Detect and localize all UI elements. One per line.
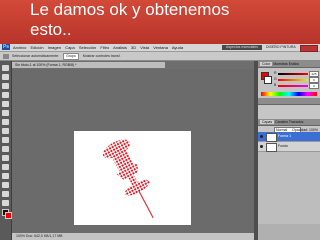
menu-analisis[interactable]: Análisis [113, 45, 127, 50]
channel-b-value[interactable]: 0 [309, 83, 319, 89]
channel-b-slider[interactable] [278, 85, 308, 87]
layer-thumbnail [266, 133, 277, 142]
tab-capas[interactable]: Capas [260, 120, 275, 124]
lasso-tool-icon[interactable] [2, 83, 9, 89]
channel-g-slider[interactable] [278, 79, 308, 81]
pen-tool-icon[interactable] [2, 182, 9, 188]
document-canvas[interactable] [74, 131, 191, 225]
channel-b-row: B 0 [274, 83, 319, 89]
color-panel-tabs: Color Muestras Estilos [258, 61, 320, 68]
tab-trazados[interactable]: Trazados [289, 120, 303, 124]
channel-g-row: G 0 [274, 77, 319, 83]
menu-imagen[interactable]: Imagen [48, 45, 61, 50]
document-tab[interactable]: Sin título-1 al 100% (Forma 1, RGB/8) * [12, 62, 165, 68]
options-bar: Seleccionar automáticamente: Grupo Mostr… [0, 52, 320, 61]
eraser-tool-icon[interactable] [2, 155, 9, 161]
app-logo: Ps [2, 44, 10, 50]
layer-name[interactable]: Fondo [278, 142, 288, 151]
caption-line-1: Le damos ok y obtenemos [30, 0, 230, 19]
eye-icon[interactable] [260, 145, 263, 148]
eye-icon[interactable] [260, 135, 263, 138]
tab-muestras[interactable]: Muestras [273, 62, 287, 66]
slide-caption: Le damos ok y obtenemos esto.. [30, 0, 310, 40]
menu-edicion[interactable]: Edición [30, 45, 43, 50]
caption-line-2: esto.. [30, 20, 72, 39]
background-swatch-icon[interactable] [264, 76, 272, 84]
dodge-tool-icon[interactable] [2, 173, 9, 179]
right-panels: Color Muestras Estilos R 225 G 0 B 0 Cap… [258, 61, 320, 240]
color-panel: R 225 G 0 B 0 [258, 68, 320, 98]
tools-panel [0, 61, 12, 240]
marquee-tool-icon[interactable] [2, 74, 9, 80]
menu-seleccion[interactable]: Selección [79, 45, 96, 50]
shape-tool-icon[interactable] [2, 200, 9, 206]
document-workspace [12, 69, 254, 233]
layer-row[interactable]: Forma 1 [258, 132, 320, 142]
adjustments-tabs[interactable] [258, 98, 320, 105]
window-controls[interactable] [300, 45, 318, 52]
auto-select-label: Seleccionar automáticamente: [11, 54, 60, 58]
gradient-tool-icon[interactable] [2, 164, 9, 170]
channel-b-label: B [274, 83, 277, 87]
move-tool-icon[interactable] [2, 65, 9, 71]
type-tool-icon[interactable] [2, 191, 9, 197]
layer-row[interactable]: Fondo [258, 142, 320, 152]
crop-tool-icon[interactable] [2, 101, 9, 107]
history-brush-tool-icon[interactable] [2, 146, 9, 152]
move-tool-icon[interactable] [3, 53, 9, 59]
background-color-icon[interactable] [5, 212, 12, 219]
layer-name[interactable]: Forma 1 [278, 132, 291, 141]
menu-bar: Ps Archivo Edición Imagen Capa Selección… [0, 44, 320, 52]
auto-select-dropdown[interactable]: Grupo [63, 52, 79, 60]
workspace-button[interactable]: Aspectos esenciales [222, 45, 262, 50]
channel-g-label: G [274, 77, 277, 81]
quick-select-tool-icon[interactable] [2, 92, 9, 98]
brush-tool-icon[interactable] [2, 128, 9, 134]
status-bar: 100% Doc: 642,0 KB/1,17 MB [12, 233, 258, 240]
pushpin-artwork [102, 139, 154, 219]
eyedropper-tool-icon[interactable] [2, 110, 9, 116]
adjustments-panel [258, 105, 320, 119]
menu-filtro[interactable]: Filtro [100, 45, 109, 50]
color-ramp[interactable] [261, 92, 317, 96]
tab-color[interactable]: Color [260, 62, 273, 66]
menu-capa[interactable]: Capa [65, 45, 75, 50]
menu-vista[interactable]: Vista [140, 45, 149, 50]
workspace-switcher[interactable]: DISEÑO PINTURA [266, 44, 296, 51]
menu-ayuda[interactable]: Ayuda [172, 45, 183, 50]
menu-archivo[interactable]: Archivo [13, 45, 26, 50]
layer-thumbnail [266, 143, 277, 152]
tab-estilos[interactable]: Estilos [289, 62, 299, 66]
stamp-tool-icon[interactable] [2, 137, 9, 143]
photoshop-window: Ps Archivo Edición Imagen Capa Selección… [0, 44, 320, 240]
layers-panel-tabs: Capas Canales Trazados [258, 119, 320, 126]
menu-items: Archivo Edición Imagen Capa Selección Fi… [13, 44, 186, 51]
menu-ventana[interactable]: Ventana [153, 45, 168, 50]
transform-controls-label[interactable]: Mostrar controles transf. [83, 54, 121, 58]
tab-canales[interactable]: Canales [275, 120, 288, 124]
pushpin-shape [102, 139, 154, 219]
menu-3d[interactable]: 3D [131, 45, 136, 50]
channel-r-slider[interactable] [278, 73, 308, 75]
channel-r-label: R [274, 71, 277, 75]
channel-r-row: R 225 [274, 71, 319, 77]
layers-list-empty [258, 152, 320, 224]
healing-tool-icon[interactable] [2, 119, 9, 125]
